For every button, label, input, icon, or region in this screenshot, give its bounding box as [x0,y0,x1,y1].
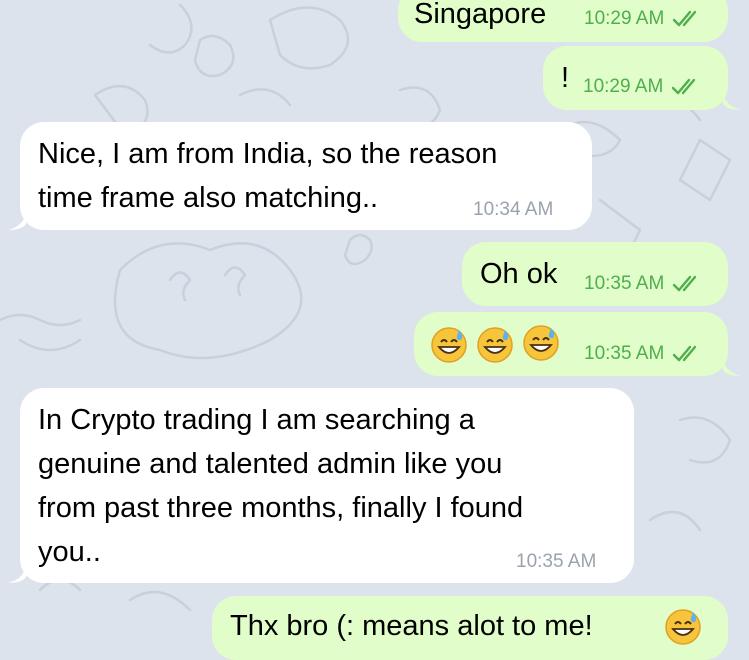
grinning-face-with-sweat-icon [665,609,701,645]
outgoing-message[interactable]: ! 10:29 AM [543,46,728,110]
message-time: 10:35 AM [584,273,700,295]
double-check-icon [672,345,696,362]
message-text: Thx bro (: means alot to me! [230,610,593,642]
message-text-line: Nice, I am from India, so the reason [38,138,498,170]
message-timestamp: 10:35 AM [584,343,665,364]
incoming-message[interactable]: Nice, I am from India, so the reason tim… [20,122,592,230]
message-text-line: genuine and talented admin like you [38,448,503,480]
message-timestamp: 10:29 AM [583,76,664,97]
incoming-message[interactable]: In Crypto trading I am searching a genui… [20,388,634,583]
grinning-face-with-sweat-icon [431,327,467,363]
message-text-line: from past three months, finally I found [38,492,524,524]
message-text: Singapore [414,0,547,30]
message-time: 10:35 AM [584,343,700,365]
outgoing-message[interactable]: Singapore 10:29 AM [398,0,728,42]
message-time: 10:34 AM [473,199,554,220]
bubble-tail [723,358,741,376]
message-text-line: time frame also matching.. [38,182,379,214]
outgoing-message[interactable]: Thx bro (: means alot to me! [212,596,728,660]
message-time: 10:35 AM [516,551,597,572]
message-time: 10:29 AM [583,76,699,98]
message-time: 10:29 AM [584,8,700,30]
grinning-face-with-sweat-icon [477,327,513,363]
bubble-tail [723,92,741,110]
message-text: Oh ok [480,258,558,290]
message-timestamp: 10:29 AM [584,8,665,29]
outgoing-message[interactable]: Oh ok 10:35 AM [462,242,728,306]
grinning-face-with-sweat-icon [523,325,559,361]
double-check-icon [672,275,696,292]
message-timestamp: 10:35 AM [584,273,665,294]
double-check-icon [672,10,696,27]
message-text: ! [561,62,570,94]
message-text-line: you.. [38,536,101,568]
message-text-line: In Crypto trading I am searching a [38,404,475,436]
double-check-icon [671,78,695,95]
bubble-tail [8,212,26,230]
outgoing-message[interactable]: 10:35 AM [414,312,728,376]
bubble-tail [8,565,26,583]
